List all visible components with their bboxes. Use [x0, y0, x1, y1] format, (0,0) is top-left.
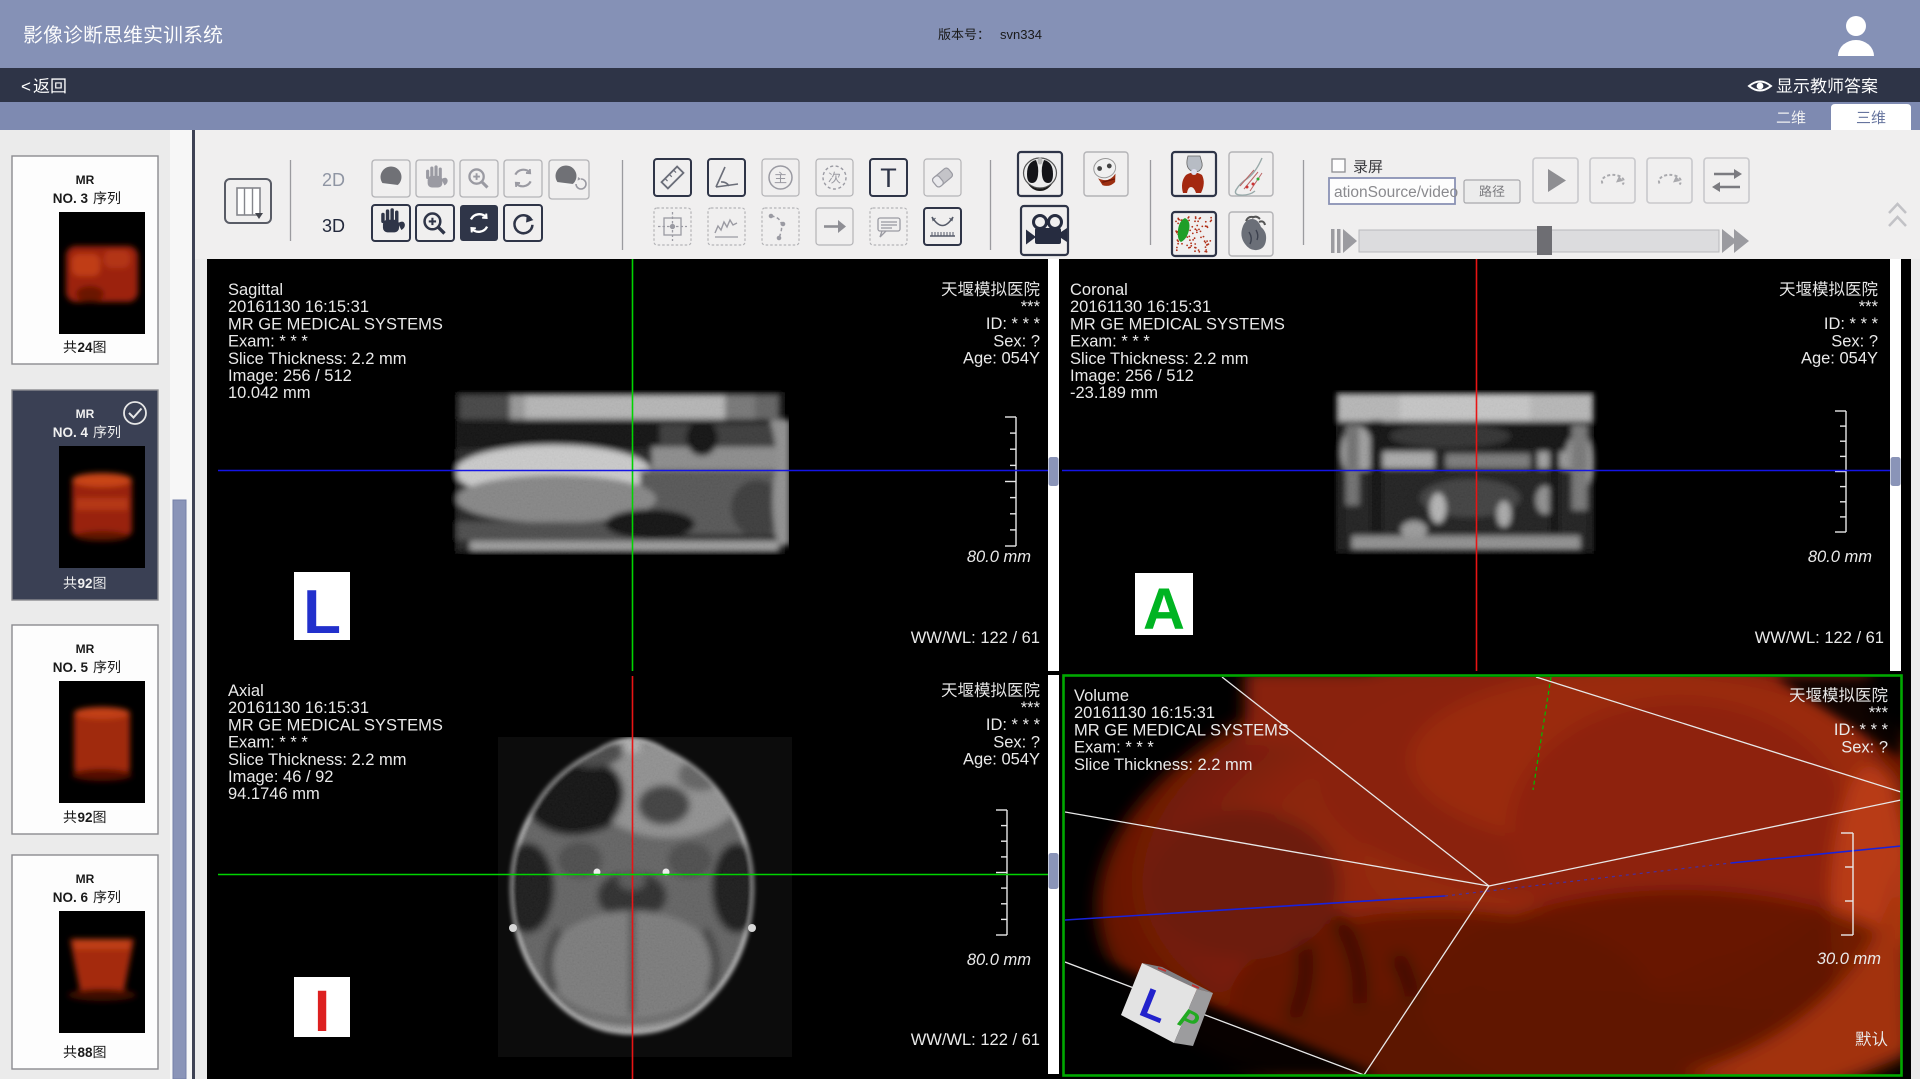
svg-text:Exam: * * *: Exam: * * * — [1074, 739, 1154, 757]
svg-text:-23.189 mm: -23.189 mm — [1070, 384, 1158, 402]
svg-text:Exam: * * *: Exam: * * * — [228, 333, 308, 351]
svg-text:Age: 054Y: Age: 054Y — [963, 350, 1040, 368]
svg-text:3D: 3D — [322, 216, 345, 236]
svg-text:Slice Thickness: 2.2 mm: Slice Thickness: 2.2 mm — [228, 751, 407, 769]
svg-text:92: 92 — [77, 576, 92, 591]
svg-text:L: L — [303, 578, 341, 647]
svg-text:Sex: ?: Sex: ? — [1841, 738, 1888, 756]
svg-text:MR: MR — [76, 872, 95, 886]
svg-text:Exam: * * *: Exam: * * * — [1070, 333, 1150, 351]
svg-text:***: *** — [1021, 699, 1041, 717]
svg-text:Image: 256 / 512: Image: 256 / 512 — [1070, 367, 1194, 385]
svg-text:<: < — [21, 77, 31, 96]
svg-text:10.042 mm: 10.042 mm — [228, 384, 311, 402]
svg-text:T: T — [880, 163, 897, 193]
svg-text:A: A — [1143, 577, 1185, 642]
svg-text:92: 92 — [77, 810, 92, 825]
svg-text:24: 24 — [77, 340, 93, 355]
svg-text:2D: 2D — [322, 170, 345, 190]
svg-text:Slice Thickness: 2.2 mm: Slice Thickness: 2.2 mm — [1070, 350, 1249, 368]
svg-text:20161130 16:15:31: 20161130 16:15:31 — [228, 699, 369, 717]
svg-text:Axial: Axial — [228, 682, 264, 700]
svg-text:NO. 6: NO. 6 — [53, 890, 89, 905]
svg-text:Sex: ?: Sex: ? — [1831, 332, 1878, 350]
svg-text:Sagittal: Sagittal — [228, 281, 283, 299]
svg-text:ID: * * *: ID: * * * — [1824, 315, 1879, 333]
svg-text:ationSource/video: ationSource/video — [1334, 184, 1458, 201]
svg-text:ID: * * *: ID: * * * — [986, 315, 1041, 333]
svg-text:MR GE MEDICAL SYSTEMS: MR GE MEDICAL SYSTEMS — [1074, 721, 1289, 739]
svg-text:***: *** — [1869, 704, 1889, 722]
svg-text:Sex: ?: Sex: ? — [993, 733, 1040, 751]
svg-text:Slice Thickness: 2.2 mm: Slice Thickness: 2.2 mm — [1074, 756, 1253, 774]
svg-text:MR: MR — [76, 173, 95, 187]
svg-text:NO. 3: NO. 3 — [53, 191, 89, 206]
svg-text:94.1746 mm: 94.1746 mm — [228, 785, 320, 803]
svg-text:Image: 46 / 92: Image: 46 / 92 — [228, 768, 334, 786]
svg-text:svn334: svn334 — [1000, 27, 1042, 42]
svg-text:20161130 16:15:31: 20161130 16:15:31 — [228, 298, 369, 316]
svg-text:80.0 mm: 80.0 mm — [967, 951, 1031, 969]
svg-text:***: *** — [1859, 298, 1879, 316]
svg-text:MR: MR — [76, 407, 95, 421]
svg-text:Coronal: Coronal — [1070, 281, 1128, 299]
svg-text:I: I — [314, 979, 330, 1044]
svg-text:MR GE MEDICAL SYSTEMS: MR GE MEDICAL SYSTEMS — [228, 315, 443, 333]
svg-text:80.0 mm: 80.0 mm — [967, 548, 1031, 566]
svg-text:WW/WL: 122 / 61: WW/WL: 122 / 61 — [911, 629, 1040, 647]
svg-text:Volume: Volume — [1074, 687, 1129, 705]
svg-text:MR: MR — [76, 642, 95, 656]
svg-text:Image: 256 / 512: Image: 256 / 512 — [228, 367, 352, 385]
svg-text:88: 88 — [77, 1045, 93, 1060]
svg-text:30.0 mm: 30.0 mm — [1817, 950, 1881, 968]
svg-text:NO. 5: NO. 5 — [53, 660, 89, 675]
svg-text:Age: 054Y: Age: 054Y — [1801, 350, 1878, 368]
svg-text:80.0 mm: 80.0 mm — [1808, 548, 1872, 566]
svg-text:20161130 16:15:31: 20161130 16:15:31 — [1070, 298, 1211, 316]
svg-text:Exam: * * *: Exam: * * * — [228, 734, 308, 752]
svg-text:WW/WL: 122 / 61: WW/WL: 122 / 61 — [1755, 629, 1884, 647]
svg-text:ID: * * *: ID: * * * — [1834, 721, 1889, 739]
svg-text:Sex: ?: Sex: ? — [993, 332, 1040, 350]
svg-text:MR GE MEDICAL SYSTEMS: MR GE MEDICAL SYSTEMS — [1070, 315, 1285, 333]
svg-text:Slice Thickness: 2.2 mm: Slice Thickness: 2.2 mm — [228, 350, 407, 368]
svg-text:ID: * * *: ID: * * * — [986, 716, 1041, 734]
svg-text:WW/WL: 122 / 61: WW/WL: 122 / 61 — [911, 1031, 1040, 1049]
svg-text:***: *** — [1021, 298, 1041, 316]
svg-text:Age: 054Y: Age: 054Y — [963, 751, 1040, 769]
svg-text:20161130 16:15:31: 20161130 16:15:31 — [1074, 704, 1215, 722]
svg-text:MR GE MEDICAL SYSTEMS: MR GE MEDICAL SYSTEMS — [228, 716, 443, 734]
svg-text:NO. 4: NO. 4 — [53, 425, 89, 440]
